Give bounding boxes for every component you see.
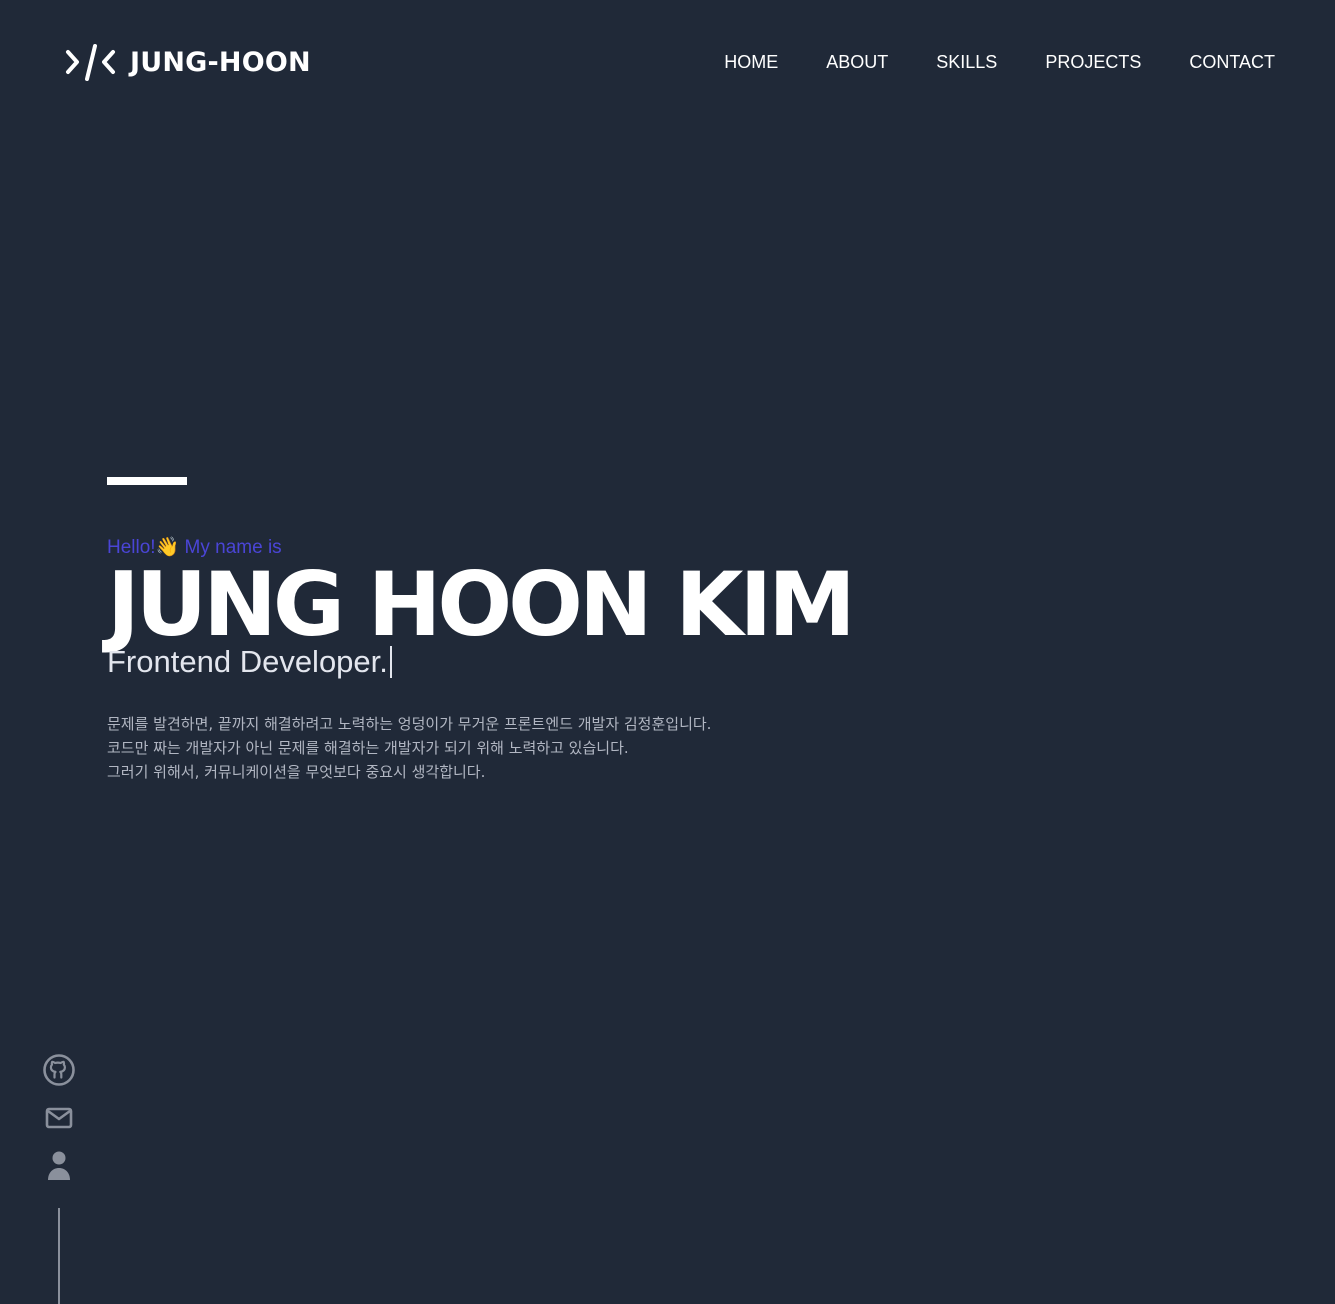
- nav-skills[interactable]: SKILLS: [936, 52, 997, 73]
- intro-line: 코드만 짜는 개발자가 아닌 문제를 해결하는 개발자가 되기 위해 노력하고 …: [107, 739, 629, 757]
- github-icon: [42, 1053, 76, 1092]
- hero-accent-bar: [107, 477, 187, 485]
- profile-link[interactable]: [42, 1151, 76, 1185]
- nav-projects[interactable]: PROJECTS: [1045, 52, 1141, 73]
- nav-contact[interactable]: CONTACT: [1189, 52, 1275, 73]
- typing-caret: [389, 646, 392, 678]
- mail-icon: [44, 1106, 74, 1135]
- intro-line: 문제를 발견하면, 끝까지 해결하려고 노력하는 엉덩이가 무거운 프론트엔드 …: [107, 715, 712, 733]
- hero-section: Hello!👋 My name is JUNG HOON KIM Fronten…: [107, 477, 1007, 784]
- github-link[interactable]: [42, 1053, 76, 1092]
- user-icon: [45, 1150, 73, 1187]
- hero-intro: 문제를 발견하면, 끝까지 해결하려고 노력하는 엉덩이가 무거운 프론트엔드 …: [107, 712, 1007, 784]
- nav-about[interactable]: ABOUT: [826, 52, 888, 73]
- logo-text: JUNG-HOON: [130, 46, 311, 78]
- side-divider-line: [58, 1208, 60, 1304]
- hero-role: Frontend Developer.: [107, 644, 388, 679]
- site-header: JUNG-HOON HOME ABOUT SKILLS PROJECTS CON…: [64, 40, 1275, 84]
- logo-link[interactable]: JUNG-HOON: [64, 42, 311, 82]
- hero-name: JUNG HOON KIM: [107, 553, 856, 656]
- nav-home[interactable]: HOME: [724, 52, 778, 73]
- mail-link[interactable]: [42, 1103, 76, 1137]
- social-links: [42, 1053, 76, 1185]
- main-nav: HOME ABOUT SKILLS PROJECTS CONTACT: [724, 52, 1275, 73]
- code-logo-icon: [64, 42, 118, 82]
- intro-line: 그러기 위해서, 커뮤니케이션을 무엇보다 중요시 생각합니다.: [107, 763, 486, 781]
- page: JUNG-HOON HOME ABOUT SKILLS PROJECTS CON…: [0, 0, 1335, 1304]
